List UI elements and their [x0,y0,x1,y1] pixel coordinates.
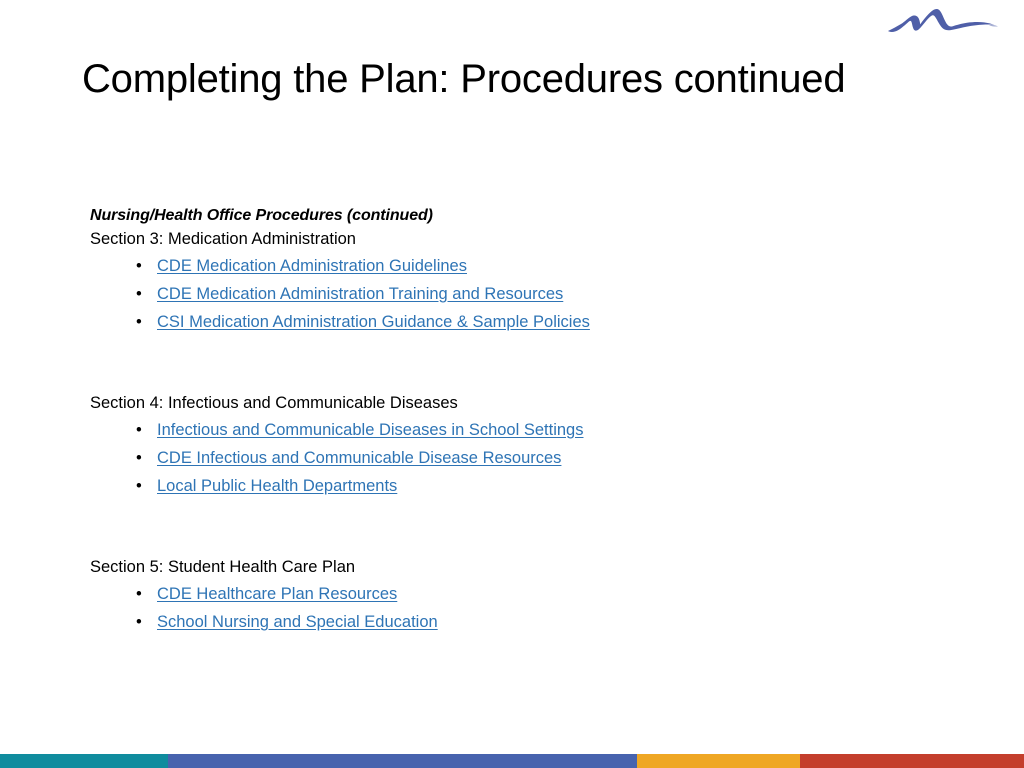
link-cde-medication-administration-guidelines[interactable]: CDE Medication Administration Guidelines [157,257,467,275]
link-csi-medication-administration-guidance-and-sample-policies[interactable]: CSI Medication Administration Guidance &… [157,313,590,331]
section-5-heading: Section 5: Student Health Care Plan [90,558,356,576]
bullet-icon: • [136,313,142,331]
slide-body: Nursing/Health Office Procedures (contin… [90,205,730,636]
section-4: Section 4: Infectious and Communicable D… [90,391,730,500]
list-item[interactable]: • Local Public Health Departments [90,472,730,500]
link-cde-infectious-and-communicable-disease-resources[interactable]: CDE Infectious and Communicable Disease … [157,449,561,467]
bullet-icon: • [136,449,142,467]
section-3-bullets: • CDE Medication Administration Guidelin… [90,252,730,336]
list-item[interactable]: • CDE Medication Administration Training… [90,280,730,308]
mountain-swoosh-icon [888,8,998,32]
body-lead-heading: Nursing/Health Office Procedures (contin… [90,207,433,224]
link-cde-healthcare-plan-resources[interactable]: CDE Healthcare Plan Resources [157,585,397,603]
link-infectious-and-communicable-diseases-in-school-settings[interactable]: Infectious and Communicable Diseases in … [157,421,583,439]
footer-color-bar [0,754,1024,768]
list-item[interactable]: • CDE Healthcare Plan Resources [90,580,730,608]
bullet-icon: • [136,421,142,439]
link-local-public-health-departments[interactable]: Local Public Health Departments [157,477,397,495]
page-title: Completing the Plan: Procedures continue… [82,57,846,101]
link-cde-medication-administration-training-and-resources[interactable]: CDE Medication Administration Training a… [157,285,563,303]
section-5-bullets: • CDE Healthcare Plan Resources • School… [90,580,730,636]
section-3: Section 3: Medication Administration • C… [90,227,730,336]
link-school-nursing-and-special-education[interactable]: School Nursing and Special Education [157,613,438,631]
list-item[interactable]: • CSI Medication Administration Guidance… [90,308,730,336]
list-item[interactable]: • CDE Medication Administration Guidelin… [90,252,730,280]
slide-canvas: Completing the Plan: Procedures continue… [0,0,1024,768]
bullet-icon: • [136,585,142,603]
color-bar-segment-blue [167,754,637,768]
bullet-icon: • [136,613,142,631]
color-bar-segment-orange [636,754,800,768]
section-4-bullets: • Infectious and Communicable Diseases i… [90,416,730,500]
list-item[interactable]: • Infectious and Communicable Diseases i… [90,416,730,444]
list-item[interactable]: • CDE Infectious and Communicable Diseas… [90,444,730,472]
color-bar-segment-red [799,754,1024,768]
bullet-icon: • [136,257,142,275]
organization-logo [882,4,1002,40]
bullet-icon: • [136,285,142,303]
section-4-heading: Section 4: Infectious and Communicable D… [90,394,458,412]
section-3-heading: Section 3: Medication Administration [90,230,356,248]
list-item[interactable]: • School Nursing and Special Education [90,608,730,636]
color-bar-segment-teal [0,754,168,768]
section-5: Section 5: Student Health Care Plan • CD… [90,555,730,636]
bullet-icon: • [136,477,142,495]
